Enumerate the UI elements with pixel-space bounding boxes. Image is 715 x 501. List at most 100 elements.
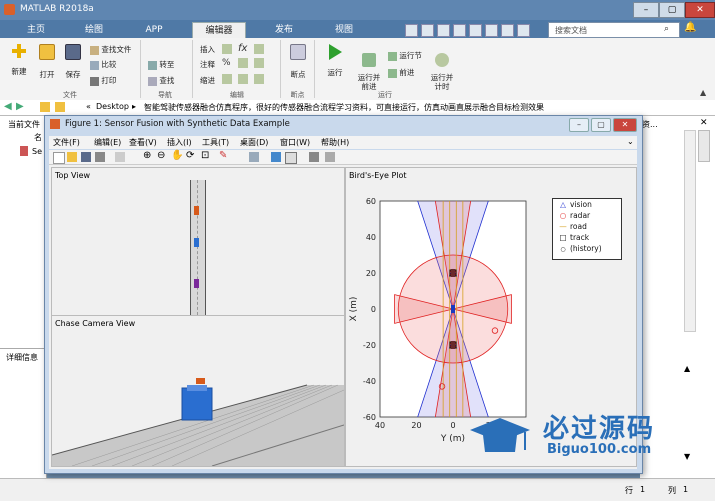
paste-quick-icon[interactable] [453, 24, 466, 37]
find-button[interactable]: 查找 [148, 75, 174, 86]
figure-toolbar: ⊕ ⊖ ✋ ⟳ ⊡ ✎ [49, 150, 637, 165]
legend-road-label: road [570, 222, 587, 231]
tab-editor[interactable]: 编辑器 [192, 22, 246, 39]
print-figure-icon[interactable] [95, 152, 105, 162]
brush-icon[interactable]: ✎ [219, 150, 227, 161]
x-tick-label-2: 0 [450, 421, 455, 430]
menu-desktop[interactable]: 桌面(D) [240, 137, 268, 148]
edit-tool-icon-7[interactable] [254, 74, 264, 84]
new-figure-icon[interactable] [53, 152, 65, 164]
pan-icon[interactable]: ✋ [171, 150, 183, 161]
tab-plots[interactable]: 绘图 [72, 22, 116, 38]
menu-file[interactable]: 文件(F) [53, 137, 80, 148]
browse-folder-icon[interactable] [55, 102, 65, 112]
tab-publish[interactable]: 发布 [262, 22, 306, 38]
run-section-button[interactable]: 运行节 [388, 50, 422, 61]
data-cursor-icon[interactable]: ⊡ [201, 150, 209, 161]
back-icon[interactable]: ◀ [4, 101, 12, 112]
maximize-button[interactable]: ▢ [659, 2, 685, 18]
vehicle-orange [194, 206, 199, 215]
run-icon [328, 44, 342, 60]
file-item[interactable]: Se [32, 147, 42, 156]
legend-icon[interactable] [285, 152, 297, 164]
path-root[interactable]: Desktop [96, 102, 129, 111]
matlab-titlebar: MATLAB R2018a – ▢ ✕ [0, 0, 715, 20]
copy-quick-icon[interactable] [437, 24, 450, 37]
panel-close-icon[interactable]: ✕ [700, 118, 708, 128]
colorbar-icon[interactable] [271, 152, 281, 162]
edit-tool-icon-4[interactable] [238, 74, 248, 84]
panel-scroll-up-icon[interactable]: ▲ [684, 364, 690, 373]
redo-quick-icon[interactable] [485, 24, 498, 37]
notifications-icon[interactable]: 🔔 [684, 22, 696, 33]
details-panel: 详细信息 [0, 348, 47, 479]
search-input[interactable]: 搜索文档 [555, 25, 587, 36]
edit-tool-icon-3[interactable] [222, 74, 232, 84]
menu-insert[interactable]: 插入(I) [167, 137, 192, 148]
menu-window[interactable]: 窗口(W) [280, 137, 310, 148]
edit-tool-icon-5[interactable] [254, 44, 264, 54]
comment-button[interactable]: 注释 [200, 59, 215, 70]
figure-minimize-button[interactable]: – [569, 118, 589, 132]
edit-tool-icon-6[interactable] [254, 58, 264, 68]
open-button[interactable]: 打开 [36, 44, 58, 79]
save-button[interactable]: 保存 [62, 44, 84, 79]
tab-view[interactable]: 视图 [322, 22, 366, 38]
figure-close-button[interactable]: ✕ [613, 118, 637, 132]
indent-button[interactable]: 缩进 [200, 75, 215, 86]
road-lane-line [197, 180, 198, 315]
cut-quick-icon[interactable] [421, 24, 434, 37]
advance-button[interactable]: 前进 [388, 67, 414, 78]
run-group-label: 运行 [378, 91, 392, 99]
menu-tools[interactable]: 工具(T) [202, 137, 229, 148]
menu-view[interactable]: 查看(V) [129, 137, 157, 148]
run-time-button[interactable]: 运行并 计时 [428, 44, 456, 100]
panel-vertical-tab[interactable] [698, 130, 710, 162]
zoom-in-icon[interactable]: ⊕ [143, 150, 151, 161]
zoom-out-icon[interactable]: ⊖ [157, 150, 165, 161]
compare-button[interactable]: 比较 [90, 59, 116, 70]
find-files-button[interactable]: 查找文件 [90, 44, 131, 55]
forward-icon[interactable]: ▶ [16, 101, 24, 112]
show-tools-icon[interactable] [325, 152, 335, 162]
track-marker-icon: □ [559, 233, 567, 242]
undo-quick-icon[interactable] [469, 24, 482, 37]
scrollbar[interactable] [684, 130, 696, 332]
goto-button[interactable]: 转至 [148, 59, 174, 70]
print-button[interactable]: 打印 [90, 75, 116, 86]
help-quick-icon[interactable] [501, 24, 514, 37]
save-figure-icon[interactable] [81, 152, 91, 162]
layout-quick-icon[interactable] [517, 24, 530, 37]
ribbon-collapse-icon[interactable]: ▲ [700, 88, 706, 97]
run-button[interactable]: 运行 [322, 44, 348, 77]
save-quick-icon[interactable] [405, 24, 418, 37]
col-label: 列 [668, 486, 676, 495]
print-label: 打印 [101, 76, 117, 85]
open-file-icon[interactable] [67, 152, 77, 162]
search-icon[interactable]: ⌕ [664, 24, 669, 34]
menu-edit[interactable]: 编辑(E) [94, 137, 121, 148]
tab-home[interactable]: 主页 [14, 22, 58, 38]
up-folder-icon[interactable] [40, 102, 50, 112]
minimize-button[interactable]: – [633, 2, 659, 18]
fx-icon[interactable]: fx [238, 43, 247, 54]
edit-plot-icon[interactable] [115, 152, 125, 162]
menu-help[interactable]: 帮助(H) [321, 137, 349, 148]
figure-maximize-button[interactable]: ▢ [591, 118, 611, 132]
search-box[interactable]: 搜索文档 ⌕ [548, 22, 680, 38]
menubar-dock-icon[interactable]: ⌄ [627, 137, 634, 146]
close-button[interactable]: ✕ [685, 2, 715, 18]
rotate-icon[interactable]: ⟳ [186, 150, 194, 161]
path-folder[interactable]: 智能驾驶传感器融合仿真程序，很好的传感器融合流程学习资料，可直接运行，仿真动画直… [144, 102, 544, 113]
breakpoints-button[interactable]: 断点 [288, 44, 308, 79]
percent-icon[interactable]: % [222, 58, 231, 68]
link-plot-icon[interactable] [249, 152, 259, 162]
name-column-header[interactable]: 名 [34, 132, 42, 143]
hide-tools-icon[interactable] [309, 152, 319, 162]
edit-tool-icon-1[interactable] [222, 44, 232, 54]
tab-apps[interactable]: APP [132, 22, 176, 38]
insert-button[interactable]: 插入 [200, 44, 215, 55]
path-arrow: ▸ [132, 102, 137, 111]
edit-tool-icon-2[interactable] [238, 58, 248, 68]
new-button[interactable]: 新建 [8, 44, 30, 76]
